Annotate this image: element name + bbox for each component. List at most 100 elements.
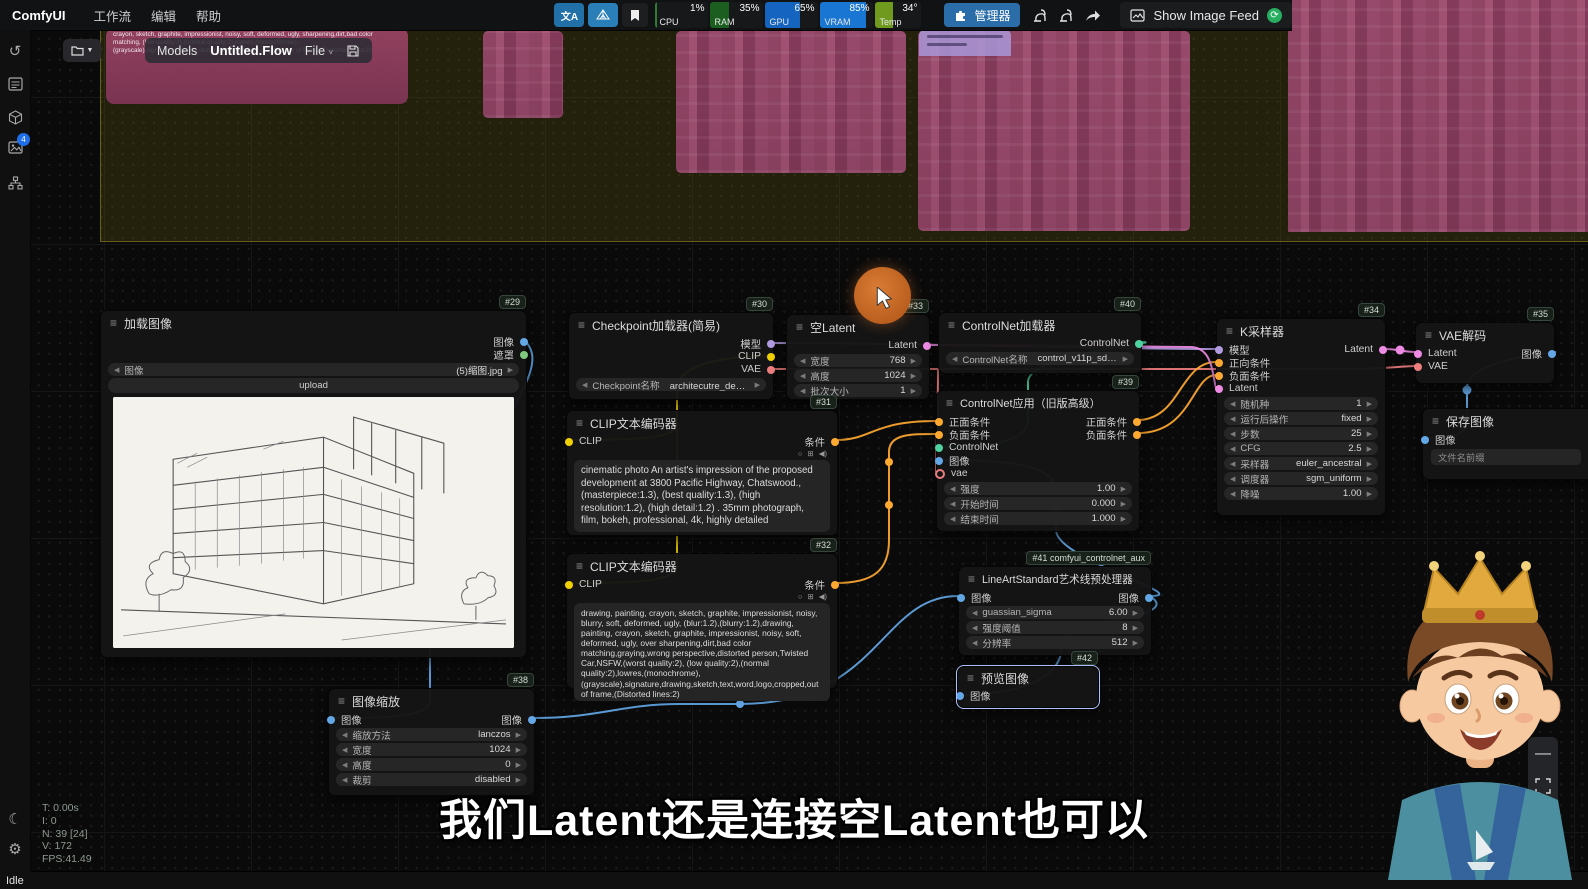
node-menu-icon[interactable]: ≡: [967, 671, 974, 685]
output-port[interactable]: [923, 342, 931, 350]
checkpoint-combo-widget[interactable]: ◀Checkpoint名称architecutre_design元线稿-Yuan…: [576, 378, 766, 391]
node-load-image[interactable]: #29 ≡加载图像 图像 遮罩 ◀图像(5)缩图.jpg▶ upload: [100, 310, 527, 658]
output-port[interactable]: [1145, 594, 1153, 602]
vacuum-button-2[interactable]: [1054, 3, 1080, 27]
node-title-bar[interactable]: ≡预览图像: [958, 667, 1098, 689]
node-menu-icon[interactable]: ≡: [1226, 324, 1233, 338]
node-clip-encode-positive[interactable]: #31 ≡CLIP文本编码器 CLIP条件 ○⊞◀) cinematic pho…: [566, 410, 838, 536]
save-workflow-icon[interactable]: [346, 44, 360, 58]
node-menu-icon[interactable]: ≡: [576, 559, 583, 573]
input-port[interactable]: [935, 418, 943, 426]
bookmark-button[interactable]: [622, 3, 648, 27]
node-title-bar[interactable]: ≡CLIP文本编码器: [567, 554, 837, 578]
output-port[interactable]: [528, 716, 536, 724]
loaded-image-preview[interactable]: [113, 397, 514, 648]
manager-button[interactable]: 管理器: [944, 3, 1020, 27]
menu-help[interactable]: 帮助: [196, 6, 221, 25]
input-port[interactable]: [565, 438, 573, 446]
vacuum-button[interactable]: [1028, 3, 1054, 27]
node-title-bar[interactable]: ≡LineArtStandard艺术线预处理器: [959, 567, 1151, 591]
steps-widget[interactable]: ◀步数25▶: [1224, 427, 1378, 440]
output-port[interactable]: [831, 581, 839, 589]
grid-icon[interactable]: ⊞: [807, 449, 813, 458]
refresh-icon[interactable]: ⟳: [1267, 8, 1282, 23]
node-save-image[interactable]: ≡保存图像 图像 文件名前缀: [1422, 408, 1588, 480]
filename-prefix-field[interactable]: 文件名前缀: [1431, 449, 1581, 465]
node-checkpoint-loader[interactable]: #30 ≡Checkpoint加载器(简易) 模型 CLIP VAE ◀Chec…: [568, 312, 774, 400]
upscale-method-widget[interactable]: ◀缩放方法lanczos▶: [336, 728, 527, 741]
node-menu-icon[interactable]: ≡: [1425, 328, 1432, 342]
node-vae-decode[interactable]: #35 ≡VAE解码 Latent图像 VAE: [1415, 322, 1555, 384]
node-title-bar[interactable]: ≡Checkpoint加载器(简易): [569, 313, 773, 337]
negative-prompt-textarea[interactable]: drawing, painting, crayon, sketch, graph…: [574, 603, 830, 701]
crop-widget[interactable]: ◀裁剪disabled▶: [336, 773, 527, 786]
gaussian-sigma-widget[interactable]: ◀guassian_sigma6.00▶: [966, 606, 1144, 619]
height-widget[interactable]: ◀高度0▶: [336, 758, 527, 771]
node-title-bar[interactable]: ≡K采样器: [1217, 319, 1385, 343]
node-menu-icon[interactable]: ≡: [338, 694, 345, 708]
sidebar-item-node-library[interactable]: [0, 168, 30, 198]
input-port[interactable]: [565, 581, 573, 589]
output-port[interactable]: [520, 351, 528, 359]
node-controlnet-loader[interactable]: #40 ≡ControlNet加载器 ControlNet ◀ControlNe…: [938, 312, 1142, 374]
upload-button[interactable]: upload: [108, 378, 519, 393]
node-title-bar[interactable]: ≡CLIP文本编码器: [567, 411, 837, 435]
grid-icon[interactable]: ⊞: [807, 592, 813, 601]
cfg-widget[interactable]: ◀CFG2.5▶: [1224, 442, 1378, 455]
node-title-bar[interactable]: ≡保存图像: [1423, 409, 1588, 433]
input-port[interactable]: [956, 692, 964, 700]
sidebar-item-history[interactable]: ↺: [0, 36, 30, 66]
input-port[interactable]: [935, 444, 943, 452]
node-preview-image[interactable]: #42 ≡预览图像 图像: [957, 666, 1099, 708]
output-port[interactable]: [767, 353, 775, 361]
output-port[interactable]: [520, 338, 528, 346]
node-image-scale[interactable]: #38 ≡图像缩放 图像图像 ◀缩放方法lanczos▶ ◀宽度1024▶ ◀高…: [328, 688, 535, 796]
sidebar-item-model-library[interactable]: [0, 102, 30, 132]
height-widget[interactable]: ◀高度1024▶: [794, 369, 922, 382]
file-menu[interactable]: File ˅: [305, 44, 333, 58]
input-port[interactable]: [935, 469, 945, 479]
models-menu[interactable]: Models: [157, 44, 197, 58]
output-port[interactable]: [1379, 346, 1387, 354]
sidebar-item-gallery[interactable]: 4: [0, 132, 30, 162]
control-after-generate-widget[interactable]: ◀运行后操作fixed▶: [1224, 412, 1378, 425]
width-widget[interactable]: ◀宽度1024▶: [336, 743, 527, 756]
node-ksampler[interactable]: #34 ≡K采样器 模型Latent 正向条件 负面条件 Latent ◀随机种…: [1216, 318, 1386, 516]
menu-workflow[interactable]: 工作流: [93, 6, 131, 25]
sidebar-item-queue[interactable]: [0, 69, 30, 99]
share-button[interactable]: [1080, 3, 1106, 27]
node-menu-icon[interactable]: ≡: [576, 416, 583, 430]
sampler-widget[interactable]: ◀采样器euler_ancestral▶: [1224, 457, 1378, 470]
denoise-widget[interactable]: ◀降噪1.00▶: [1224, 487, 1378, 500]
input-port[interactable]: [1215, 346, 1223, 354]
comfyui-logo[interactable]: ComfyUI: [12, 8, 65, 23]
output-port[interactable]: [831, 438, 839, 446]
input-port[interactable]: [1215, 372, 1223, 380]
theme-toggle[interactable]: ☾: [0, 804, 30, 834]
image-combo-widget[interactable]: ◀图像(5)缩图.jpg▶: [108, 363, 519, 376]
input-port[interactable]: [1414, 350, 1422, 358]
node-menu-icon[interactable]: ≡: [796, 320, 803, 334]
output-port[interactable]: [1135, 340, 1143, 348]
output-port[interactable]: [1548, 350, 1556, 358]
node-title-bar[interactable]: ≡VAE解码: [1416, 323, 1554, 347]
controlnet-combo-widget[interactable]: ◀ControlNet名称control_v11p_sd15_lineart.p…: [946, 352, 1134, 365]
positive-prompt-textarea[interactable]: cinematic photo An artist's impression o…: [574, 460, 830, 532]
node-menu-icon[interactable]: ≡: [968, 572, 975, 586]
node-clip-encode-negative[interactable]: #32 ≡CLIP文本编码器 CLIP条件 ○⊞◀) drawing, pain…: [566, 553, 838, 689]
node-title-bar[interactable]: ≡ControlNet应用（旧版高级）: [937, 391, 1139, 415]
input-port[interactable]: [935, 457, 943, 465]
workflow-toolbar[interactable]: Models Untitled.Flow File ˅: [145, 38, 372, 63]
strength-widget[interactable]: ◀强度1.00▶: [944, 482, 1132, 495]
node-lineart-preprocessor[interactable]: #41 comfyui_controlnet_aux ≡LineArtStand…: [958, 566, 1152, 656]
node-menu-icon[interactable]: ≡: [946, 396, 953, 410]
node-menu-icon[interactable]: ≡: [948, 318, 955, 332]
seed-widget[interactable]: ◀随机种1▶: [1224, 397, 1378, 410]
input-port[interactable]: [1421, 436, 1429, 444]
output-port[interactable]: [1133, 431, 1141, 439]
workflow-folder-button[interactable]: ▼: [63, 39, 101, 62]
node-title-bar[interactable]: ≡ControlNet加载器: [939, 313, 1141, 337]
end-percent-widget[interactable]: ◀结束时间1.000▶: [944, 512, 1132, 525]
pin-icon[interactable]: ○: [798, 449, 803, 458]
menu-edit[interactable]: 编辑: [151, 6, 176, 25]
